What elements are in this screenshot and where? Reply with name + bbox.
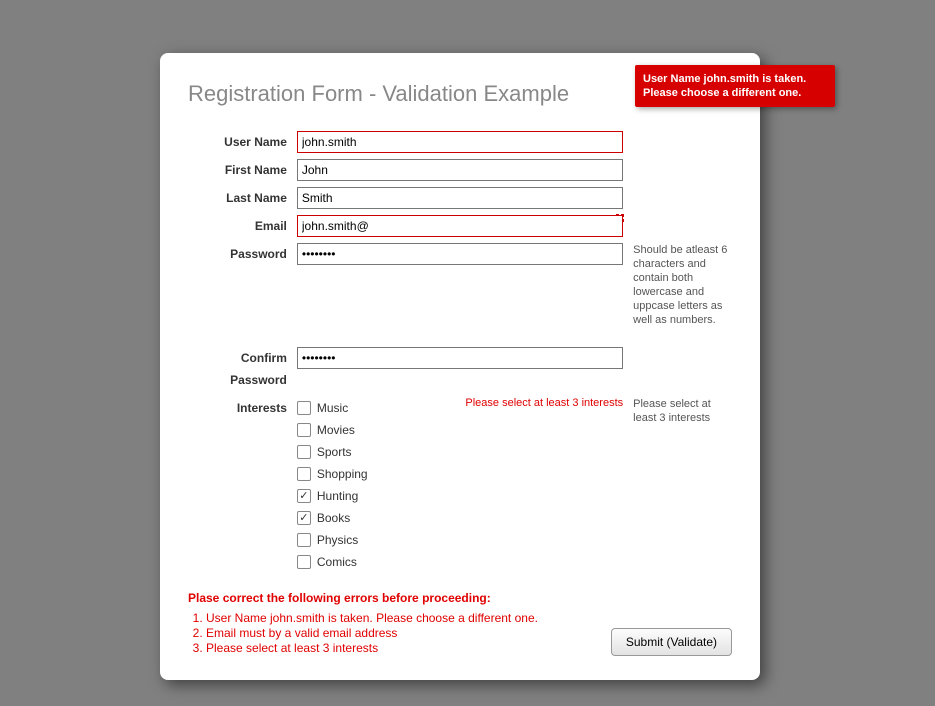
interest-option[interactable]: Movies: [297, 419, 623, 441]
error-summary-title: Plase correct the following errors befor…: [188, 591, 732, 605]
row-firstname: First Name: [188, 159, 732, 181]
username-input[interactable]: [297, 131, 623, 153]
form-card: Registration Form - Validation Example U…: [160, 53, 760, 680]
row-lastname: Last Name: [188, 187, 732, 209]
firstname-input[interactable]: [297, 159, 623, 181]
checkbox-icon[interactable]: [297, 401, 311, 415]
password-hint: Should be atleast 6 characters and conta…: [623, 243, 732, 327]
username-error-tooltip: User Name john.smith is taken. Please ch…: [635, 65, 835, 107]
label-email: Email: [188, 215, 297, 237]
interest-label: Physics: [317, 533, 358, 547]
label-lastname: Last Name: [188, 187, 297, 209]
interest-label: Music: [317, 401, 348, 415]
submit-button[interactable]: Submit (Validate): [611, 628, 732, 656]
checkbox-icon[interactable]: [297, 555, 311, 569]
interests-hint: Please select at least 3 interests: [623, 397, 732, 425]
checkbox-icon[interactable]: ✓: [297, 489, 311, 503]
email-input[interactable]: [297, 215, 623, 237]
interest-label: Shopping: [317, 467, 368, 481]
interests-inline-error: Please select at least 3 interests: [465, 397, 623, 409]
label-interests: Interests: [188, 397, 297, 419]
password-input[interactable]: [297, 243, 623, 265]
checkbox-icon[interactable]: [297, 423, 311, 437]
interest-label: Hunting: [317, 489, 358, 503]
label-username: User Name: [188, 131, 297, 153]
row-confirm: Confirm Password: [188, 347, 732, 391]
checkbox-icon[interactable]: [297, 445, 311, 459]
interest-label: Movies: [317, 423, 355, 437]
confirm-password-input[interactable]: [297, 347, 623, 369]
interest-option[interactable]: Comics: [297, 551, 623, 573]
lastname-input[interactable]: [297, 187, 623, 209]
error-item: User Name john.smith is taken. Please ch…: [206, 611, 732, 625]
interest-option[interactable]: Physics: [297, 529, 623, 551]
interest-option[interactable]: ✓ Hunting: [297, 485, 623, 507]
label-confirm: Confirm Password: [188, 347, 297, 391]
row-interests: Interests Please select at least 3 inter…: [188, 397, 732, 573]
interest-option[interactable]: Shopping: [297, 463, 623, 485]
checkbox-icon[interactable]: [297, 533, 311, 547]
interest-option[interactable]: ✓ Books: [297, 507, 623, 529]
checkbox-icon[interactable]: [297, 467, 311, 481]
interest-label: Sports: [317, 445, 352, 459]
row-password: Password Should be atleast 6 characters …: [188, 243, 732, 347]
label-password: Password: [188, 243, 297, 265]
interest-label: Comics: [317, 555, 357, 569]
row-email: Email: [188, 215, 732, 237]
row-username: User Name: [188, 131, 732, 153]
interest-label: Books: [317, 511, 350, 525]
interest-option[interactable]: Sports: [297, 441, 623, 463]
label-firstname: First Name: [188, 159, 297, 181]
checkbox-icon[interactable]: ✓: [297, 511, 311, 525]
